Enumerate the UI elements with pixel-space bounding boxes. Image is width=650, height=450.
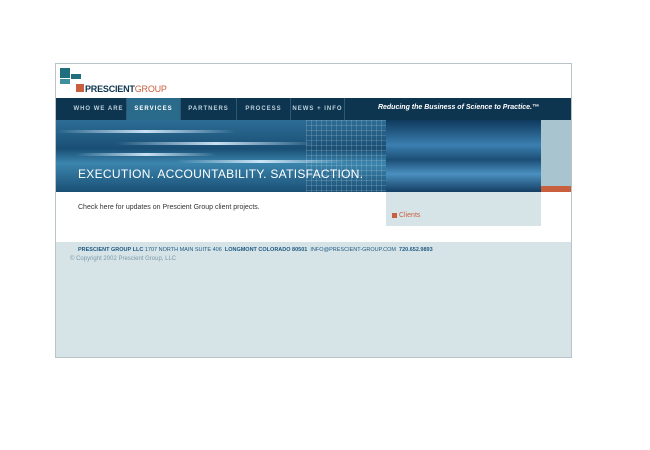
footer-company: PRESCIENT GROUP LLC (78, 247, 144, 253)
nav-process[interactable]: PROCESS (237, 98, 291, 120)
nav-who-we-are[interactable]: WHO WE ARE (71, 98, 127, 120)
logo-mark-accent (76, 84, 84, 92)
logo-wordmark: PRESCIENTGROUP (85, 84, 167, 94)
copyright: © Copyright 2002 Prescient Group, LLC (70, 256, 177, 262)
footer-city: LONGMONT COLORADO 80501 (224, 247, 308, 253)
footer-phone: 720.652.9893 (399, 247, 433, 253)
site-tagline: Reducing the Business of Science to Prac… (377, 104, 539, 111)
light-streak (76, 153, 216, 156)
footer-address: PRESCIENT GROUP LLC 1707 NORTH MAIN SUIT… (78, 247, 433, 253)
logo-mark-block (60, 68, 70, 78)
bullet-square-icon (392, 213, 397, 218)
page-frame: PRESCIENTGROUP WHO WE ARE SERVICES PARTN… (55, 63, 572, 358)
hero-edge-panel (541, 120, 571, 186)
clients-link-label: Clients (399, 212, 421, 219)
footer-email[interactable]: INFO@PRESCIENT-GROUP.COM (310, 247, 396, 253)
site-header: PRESCIENTGROUP (56, 64, 571, 98)
clients-link[interactable]: Clients (392, 212, 420, 219)
hero-slogan: EXECUTION. ACCOUNTABILITY. SATISFACTION. (78, 167, 364, 181)
site-logo[interactable]: PRESCIENTGROUP (60, 68, 190, 96)
intro-text: Check here for updates on Prescient Grou… (78, 204, 260, 211)
logo-mark-block (71, 74, 81, 79)
footer-street: 1707 NORTH MAIN SUITE 406 (144, 247, 222, 253)
light-streak (56, 130, 236, 133)
nav-news-info[interactable]: NEWS + INFO (291, 98, 345, 120)
logo-brand-secondary: GROUP (134, 84, 167, 94)
logo-mark-block (60, 79, 70, 84)
grid-texture (306, 120, 386, 192)
main-content: Check here for updates on Prescient Grou… (56, 192, 571, 242)
sidebar-box: Clients (386, 192, 541, 226)
hero-image: EXECUTION. ACCOUNTABILITY. SATISFACTION. (56, 120, 386, 192)
main-nav-bar: WHO WE ARE SERVICES PARTNERS PROCESS NEW… (56, 98, 571, 120)
light-streak (116, 142, 316, 145)
hero-banner: EXECUTION. ACCOUNTABILITY. SATISFACTION. (56, 120, 571, 192)
logo-brand-primary: PRESCIENT (85, 84, 135, 94)
nav-services[interactable]: SERVICES (127, 98, 181, 120)
main-nav: WHO WE ARE SERVICES PARTNERS PROCESS NEW… (71, 98, 345, 120)
hero-side-image (386, 120, 541, 192)
nav-partners[interactable]: PARTNERS (181, 98, 237, 120)
